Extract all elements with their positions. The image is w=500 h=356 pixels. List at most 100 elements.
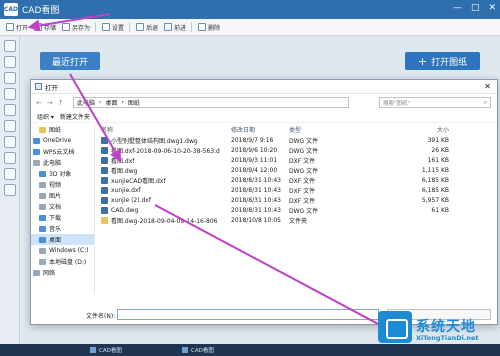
open-drawing-button[interactable]: + 打开图纸 <box>405 52 480 70</box>
window-controls: — □ ✕ <box>453 3 496 13</box>
nav-item-drive-d[interactable]: 本地磁盘 (D:) <box>31 256 94 267</box>
folder-icon <box>39 126 46 133</box>
column-header-name[interactable]: 名称 <box>101 125 231 134</box>
app-title-bar: CAD CAD看图 — □ ✕ <box>0 0 500 19</box>
settings-button[interactable]: 设置 <box>102 23 124 32</box>
dialog-nav-row: ← → ↑ 此电脑 › 桌面 › 图纸 搜索"图纸" ⌕ <box>31 94 497 111</box>
cube-icon <box>39 170 46 177</box>
column-header-size[interactable]: 大小 <box>359 125 449 134</box>
drive-icon <box>39 258 46 265</box>
save-as-button[interactable]: 另存为 <box>62 23 90 32</box>
nav-item-drive-c[interactable]: Windows (C:) <box>31 245 94 256</box>
nav-item-wps-cloud[interactable]: WPS云文档 <box>31 146 94 157</box>
zoom-window-icon[interactable] <box>3 88 16 100</box>
dialog-command-bar: 组织 ▾ 新建文件夹 <box>31 111 497 123</box>
back-arrow-icon <box>136 23 145 31</box>
video-icon <box>39 181 46 188</box>
nav-item-drawings[interactable]: 图纸 <box>31 124 94 135</box>
delete-button[interactable]: 删除 <box>198 23 220 32</box>
file-row[interactable]: xunjie.dxf 2018/8/31 10:43 DXF 文件 6,185 KB <box>101 185 491 195</box>
app-icon <box>90 347 96 353</box>
search-input[interactable]: 搜索"图纸" ⌕ <box>379 97 491 108</box>
watermark-url: XiTongTianDi.net <box>416 334 479 342</box>
forward-button[interactable]: 前进 <box>164 23 186 32</box>
nav-item-network[interactable]: 网络 <box>31 267 94 278</box>
nav-item-desktop[interactable]: 桌面 <box>31 234 94 245</box>
trash-icon <box>198 23 207 31</box>
dwg-file-icon <box>101 136 108 144</box>
app-title: CAD看图 <box>22 6 60 16</box>
nav-item-downloads[interactable]: 下载 <box>31 212 94 223</box>
app-logo: CAD <box>4 3 18 16</box>
maximize-button[interactable]: □ <box>471 3 480 13</box>
pencil-icon[interactable] <box>3 136 16 148</box>
save-button[interactable]: 存储 <box>34 23 56 32</box>
music-icon <box>39 225 46 232</box>
computer-icon <box>33 159 40 166</box>
file-row[interactable]: CAD.dwg 2018/8/31 10:43 DWG 文件 61 KB <box>101 205 491 215</box>
file-row[interactable]: xunjieCAD看图.dxf 2018/8/31 10:43 DXF 文件 6,18… <box>101 175 491 185</box>
file-row[interactable]: 看图.dxf-2018-09-06-10-20-38-563.d 2018/9/6… <box>101 145 491 155</box>
zoom-extents-icon[interactable] <box>3 104 16 116</box>
desktop-icon <box>39 236 46 243</box>
file-row[interactable]: 看图.dxf 2018/9/3 11:01 DXF 文件 161 KB <box>101 155 491 165</box>
layers-icon[interactable] <box>3 184 16 196</box>
network-icon <box>33 269 40 276</box>
file-list: 名称 修改日期 类型 大小 小型别墅整体结构图.dwg1.dwg 2018/9/7… <box>101 124 491 294</box>
nav-item-documents[interactable]: 文档 <box>31 201 94 212</box>
breadcrumb-item[interactable]: 此电脑 <box>77 98 95 107</box>
dwg-file-icon <box>101 166 108 174</box>
search-icon: ⌕ <box>483 99 487 106</box>
minimize-button[interactable]: — <box>453 3 462 13</box>
taskbar-item[interactable]: CAD看图 <box>90 346 122 354</box>
nav-item-this-pc[interactable]: 此电脑 <box>31 157 94 168</box>
column-header-type[interactable]: 类型 <box>289 125 359 134</box>
zoom-in-icon[interactable] <box>3 56 16 68</box>
file-row[interactable]: 看图.dwg 2018/9/4 12:00 DWG 文件 1,115 KB <box>101 165 491 175</box>
text-tool-icon[interactable] <box>3 168 16 180</box>
taskbar: CAD看图 CAD看图 <box>0 344 500 356</box>
back-button[interactable]: 后退 <box>136 23 158 32</box>
close-button[interactable]: ✕ <box>488 3 496 13</box>
column-header-date[interactable]: 修改日期 <box>231 125 289 134</box>
dxf-file-icon <box>101 176 108 184</box>
nav-item-music[interactable]: 音乐 <box>31 223 94 234</box>
back-arrow-icon[interactable]: ← <box>36 99 42 107</box>
nav-item-videos[interactable]: 视频 <box>31 179 94 190</box>
cloud-icon <box>33 148 40 155</box>
recent-files-tab[interactable]: 最近打开 <box>40 52 100 70</box>
nav-item-3d-objects[interactable]: 3D 对象 <box>31 168 94 179</box>
breadcrumb-item[interactable]: 图纸 <box>128 98 140 107</box>
download-icon <box>39 214 46 221</box>
cloud-markup-icon[interactable] <box>3 152 16 164</box>
organize-button[interactable]: 组织 ▾ <box>37 112 54 121</box>
nav-item-pictures[interactable]: 图片 <box>31 190 94 201</box>
app-toolbar: 打开 存储 另存为 设置 后退 前进 删除 <box>0 19 500 36</box>
chevron-right-icon: › <box>99 99 102 106</box>
new-folder-button[interactable]: 新建文件夹 <box>60 112 90 121</box>
save-icon <box>34 23 43 31</box>
nav-item-onedrive[interactable]: OneDrive <box>31 135 94 146</box>
up-arrow-icon[interactable]: ↑ <box>58 99 64 107</box>
file-row[interactable]: xunjie (2).dxf 2018/8/31 10:43 DXF 文件 5,957… <box>101 195 491 205</box>
forward-arrow-icon[interactable]: → <box>47 99 53 107</box>
taskbar-item[interactable]: CAD看图 <box>182 346 214 354</box>
file-list-header: 名称 修改日期 类型 大小 <box>101 124 491 135</box>
file-row[interactable]: 看图.dwg-2018-09-04-09-14-16-806 2018/10/8 … <box>101 215 491 225</box>
pan-tool-icon[interactable] <box>3 40 16 52</box>
filename-input[interactable] <box>117 309 379 320</box>
open-drawing-label: 打开图纸 <box>431 57 468 68</box>
dxf-file-icon <box>101 196 108 204</box>
watermark-logo <box>378 311 412 343</box>
zoom-out-icon[interactable] <box>3 72 16 84</box>
measure-icon[interactable] <box>3 120 16 132</box>
file-row[interactable]: 小型别墅整体结构图.dwg1.dwg 2018/9/7 9:16 DWG 文件 391… <box>101 135 491 145</box>
toolbar-divider <box>129 22 131 32</box>
document-icon <box>39 203 46 210</box>
address-bar[interactable]: 此电脑 › 桌面 › 图纸 <box>73 97 349 108</box>
breadcrumb-item[interactable]: 桌面 <box>105 98 117 107</box>
filename-label: 文件名(N): <box>86 312 116 320</box>
navigation-pane: 图纸 OneDrive WPS云文档 此电脑 3D 对象 视频 图片 文档 下载… <box>31 124 95 294</box>
open-button[interactable]: 打开 <box>6 23 28 32</box>
dialog-close-button[interactable]: ✕ <box>484 82 491 91</box>
